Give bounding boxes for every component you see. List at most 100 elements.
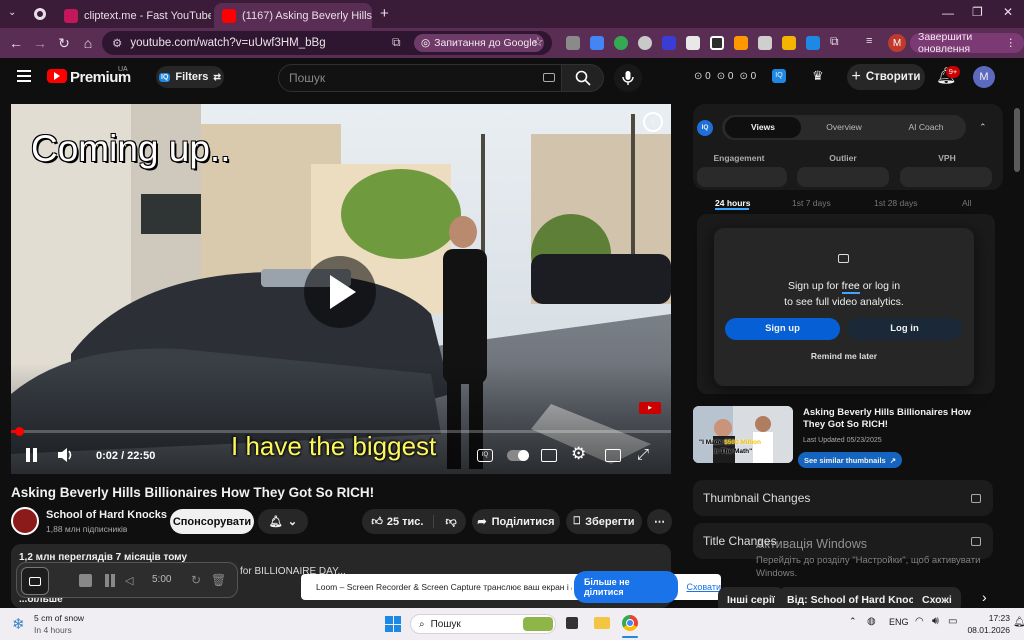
clock-time[interactable]: 17:23 [970, 613, 1010, 623]
start-button[interactable] [385, 616, 401, 632]
extension-icon[interactable] [662, 36, 676, 50]
speaker-icon[interactable]: 🔊︎ [932, 615, 939, 628]
loom-delete-icon[interactable]: 🗑︎ [211, 573, 226, 587]
subscribe-bell-button[interactable]: 🔔︎ ⌄ [258, 509, 308, 534]
back-icon[interactable]: ← [4, 31, 28, 55]
snowflake-weather-icon[interactable]: ❄ [12, 615, 25, 633]
language-indicator[interactable]: ENG [889, 617, 909, 627]
settings-gear-icon[interactable]: ⚙ [571, 444, 586, 464]
vidiq-player-icon[interactable]: IQ [477, 449, 493, 462]
extension-icon[interactable] [806, 36, 820, 50]
youtube-logo-icon[interactable] [47, 69, 67, 83]
autoplay-toggle[interactable] [507, 450, 529, 461]
file-explorer-icon[interactable] [594, 617, 610, 629]
play-button[interactable] [304, 256, 376, 328]
url-text[interactable]: youtube.com/watch?v=uUwf3HM_bBg [130, 37, 325, 49]
reload-icon[interactable]: ↻ [52, 31, 76, 55]
progress-scrubber[interactable] [15, 427, 24, 436]
notification-center-icon[interactable]: 🔔︎ [1013, 617, 1024, 628]
address-bar[interactable]: ⚙ youtube.com/watch?v=uUwf3HM_bBg ⧉ ◎ За… [102, 31, 552, 55]
weather-text[interactable]: 5 cm of snow [34, 613, 84, 623]
save-button[interactable]: ⎕ Зберегти [566, 509, 642, 534]
volume-icon[interactable] [57, 447, 75, 463]
range-7d[interactable]: 1st 7 days [792, 198, 831, 208]
fullscreen-icon[interactable]: ⤢ [637, 446, 649, 463]
update-button[interactable]: Завершити оновлення ⋮ [910, 31, 1024, 55]
site-info-icon[interactable]: ⚙ [112, 36, 122, 50]
chrome-taskbar-icon[interactable] [622, 615, 638, 631]
miniplayer-icon[interactable] [605, 449, 621, 462]
new-tab-button[interactable]: + [380, 5, 389, 22]
range-all[interactable]: All [962, 198, 971, 208]
keyboard-icon[interactable] [543, 73, 555, 82]
forward-icon[interactable]: → [28, 31, 52, 55]
share-button[interactable]: ➦ Поділитися [472, 509, 560, 534]
loom-mic-icon[interactable]: ◁ [125, 574, 133, 587]
loom-camera-button[interactable] [21, 567, 49, 595]
extension-icon[interactable] [734, 36, 748, 50]
close-window-icon[interactable]: ✕ [1003, 5, 1013, 19]
pause-icon[interactable] [26, 448, 30, 462]
tab-youtube[interactable]: (1167) Asking Beverly Hills Billio ✕ [214, 3, 372, 28]
award-icon[interactable]: ♛ [812, 68, 824, 84]
minimize-icon[interactable]: — [942, 6, 954, 20]
voice-search-button[interactable] [614, 64, 642, 92]
extension-icon[interactable] [614, 36, 628, 50]
thumbnail-preview[interactable]: "I Made $500 Million In The Math" [693, 406, 793, 463]
channel-avatar[interactable] [11, 507, 39, 535]
extension-icon[interactable] [638, 36, 652, 50]
extension-icon[interactable] [758, 36, 772, 50]
page-scrollbar[interactable] [1014, 108, 1020, 172]
chips-next-arrow-icon[interactable]: › [982, 589, 987, 605]
loom-restart-icon[interactable]: ↻ [191, 573, 201, 587]
create-button[interactable]: + Створити [847, 64, 925, 90]
tab-overview[interactable]: Overview [812, 122, 876, 132]
range-28d[interactable]: 1st 28 days [874, 198, 917, 208]
home-icon[interactable]: ⌂ [76, 31, 100, 55]
vidiq-filters-button[interactable]: IQ Filters ⇄ [156, 66, 224, 88]
tab-groups-icon[interactable]: ≡ [866, 35, 880, 49]
like-button[interactable]: 👍︎ 25 тис. [371, 515, 435, 528]
tab-views[interactable]: Views [725, 117, 801, 138]
stop-sharing-button[interactable]: Більше не ділитися [573, 571, 679, 603]
extension-icon[interactable] [710, 36, 724, 50]
clock-date[interactable]: 08.01.2026 [960, 625, 1010, 635]
tab-ai-coach[interactable]: AI Coach [894, 122, 958, 132]
channel-name[interactable]: School of Hard Knocks [46, 509, 167, 521]
maximize-icon[interactable]: ❐ [972, 5, 983, 19]
loom-pause-icon[interactable] [105, 574, 109, 587]
search-input[interactable]: Пошук [278, 64, 562, 92]
range-24h[interactable]: 24 hours [715, 198, 750, 208]
battery-icon[interactable]: ▭ [948, 616, 957, 627]
menu-hamburger-icon[interactable] [17, 70, 31, 82]
info-icon[interactable]: i [643, 112, 663, 132]
task-view-icon[interactable] [566, 617, 578, 629]
more-actions-icon[interactable]: ⋯ [647, 509, 672, 534]
tray-chevron-icon[interactable]: ⌃ [849, 616, 857, 627]
tray-app-icon[interactable]: ◍ [867, 616, 876, 627]
signup-button[interactable]: Sign up [725, 318, 840, 340]
loom-stop-icon[interactable] [79, 574, 92, 587]
similar-thumbnails-button[interactable]: See similar thumbnails ↗ [798, 452, 902, 468]
vidiq-extension-icon[interactable]: IQ [772, 69, 786, 83]
extension-icon[interactable] [566, 36, 580, 50]
remind-later-link[interactable]: Remind me later [714, 351, 974, 361]
tab-cliptext[interactable]: cliptext.me - Fast YouTube Vide ✕ [56, 3, 211, 28]
tab-search-icon[interactable]: ⌄ [8, 7, 16, 18]
thumbs-down-icon[interactable]: 👎︎ [439, 515, 456, 528]
video-player[interactable]: Coming up.. i ▶︎ 0:02 / 22:50 I have the… [11, 104, 671, 474]
taskbar-search-box[interactable]: ⌕ Пошук [410, 614, 556, 634]
search-button[interactable] [562, 64, 604, 92]
extension-icon[interactable] [590, 36, 604, 50]
extension-icon[interactable] [686, 36, 700, 50]
wifi-icon[interactable]: ◠ [915, 616, 924, 627]
install-app-icon[interactable]: ⧉ [392, 35, 401, 50]
extension-icon[interactable] [782, 36, 796, 50]
extensions-puzzle-icon[interactable]: ⧉ [830, 34, 844, 48]
collapse-chevron-icon[interactable]: ⌃ [979, 122, 987, 133]
subtitles-icon[interactable] [541, 449, 557, 462]
account-avatar[interactable]: M [973, 66, 995, 88]
profile-avatar[interactable]: M [888, 34, 906, 52]
thumbnail-changes-row[interactable]: Thumbnail Changes [693, 480, 993, 516]
login-button[interactable]: Log in [847, 318, 962, 340]
